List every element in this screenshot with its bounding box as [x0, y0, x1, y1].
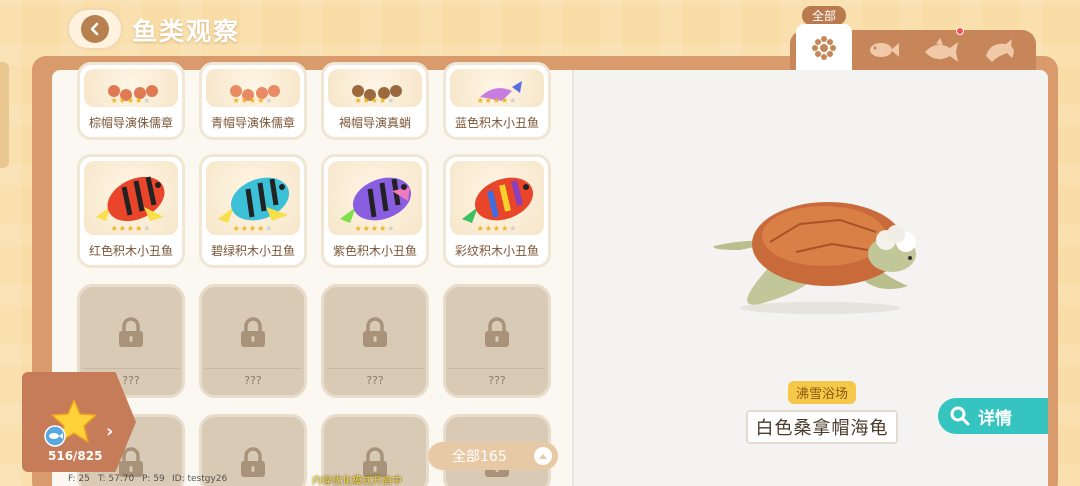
locked-card[interactable]: ??? — [443, 284, 551, 398]
filter-dropdown[interactable]: 全部165 — [428, 442, 558, 470]
tab-badge-all: 全部 — [802, 6, 847, 25]
card-divider — [83, 368, 179, 369]
chevron-right-icon[interactable]: › — [106, 421, 113, 442]
debug-time: T: 57.70 — [98, 474, 135, 484]
flower-grid-icon — [812, 36, 836, 60]
filter-label: 全部165 — [452, 449, 507, 465]
species-name: 白色桑拿帽海龟 — [746, 410, 898, 444]
fish-name: 青帽导演侏儒章 — [210, 116, 295, 130]
details-label: 详情 — [978, 408, 1012, 429]
fish-card[interactable]: ★★★★★ 青帽导演侏儒章 — [199, 62, 307, 140]
fish-name: 棕帽导演侏儒章 — [88, 116, 173, 130]
locked-card[interactable]: ??? — [321, 284, 429, 398]
locked-name: ??? — [366, 374, 384, 387]
rarity-stars: ★★★★★ — [232, 224, 274, 233]
side-edge-handle[interactable] — [0, 62, 9, 168]
lock-icon — [241, 317, 265, 347]
collection-count: 516/825 — [48, 449, 103, 463]
fish-card[interactable]: ★★★★★ 碧绿积木小丑鱼 — [199, 154, 307, 268]
fish-name: 蓝色积木小丑鱼 — [454, 116, 539, 130]
tab-medium-fish[interactable] — [913, 30, 969, 70]
page-title: 鱼类观察 — [132, 17, 241, 46]
dolphin-icon — [986, 39, 1014, 62]
card-divider — [205, 368, 301, 369]
memory-mode-notice: 内存优化模式开启中 — [312, 476, 402, 486]
notification-dot — [956, 27, 964, 35]
rarity-stars: ★★★★★ — [476, 96, 518, 105]
turtle-model[interactable] — [700, 180, 950, 320]
rarity-stars: ★★★★★ — [232, 96, 274, 105]
big-fish-icon — [925, 38, 958, 62]
chevron-up-icon — [534, 447, 552, 465]
rarity-stars: ★★★★★ — [354, 96, 396, 105]
fish-icon — [870, 43, 899, 57]
rarity-stars: ★★★★★ — [354, 224, 396, 233]
fish-card[interactable]: ★★★★★ 褐帽导演真蛸 — [321, 62, 429, 140]
locked-name: ??? — [488, 374, 506, 387]
rarity-stars: ★★★★★ — [476, 224, 518, 233]
lock-icon — [119, 317, 143, 347]
card-divider — [449, 368, 545, 369]
fish-name: 红色积木小丑鱼 — [88, 244, 173, 258]
debug-id: ID: testgy26 — [172, 474, 228, 484]
fish-badge-icon — [44, 425, 66, 447]
search-icon — [950, 406, 970, 426]
location-tag: 沸雪浴场 — [788, 381, 857, 404]
tab-all[interactable] — [796, 24, 852, 72]
lock-icon — [485, 317, 509, 347]
debug-fps: F: 25 — [68, 474, 90, 484]
fish-name: 紫色积木小丑鱼 — [332, 244, 417, 258]
lock-icon — [363, 317, 387, 347]
fish-card[interactable]: ★★★★★ 蓝色积木小丑鱼 — [443, 62, 551, 140]
rarity-stars: ★★★★★ — [110, 224, 152, 233]
fish-name: 褐帽导演真蛸 — [338, 116, 411, 130]
chevron-left-icon — [81, 15, 109, 43]
details-button[interactable]: 详情 — [938, 398, 1048, 434]
card-divider — [327, 368, 423, 369]
fish-name: 碧绿积木小丑鱼 — [210, 244, 295, 258]
debug-ping: P: 59 — [142, 474, 165, 484]
tab-large-fish[interactable] — [972, 30, 1028, 70]
fish-card[interactable]: ★★★★★ 红色积木小丑鱼 — [77, 154, 185, 268]
back-button[interactable] — [67, 8, 123, 50]
fish-card[interactable]: ★★★★★ 棕帽导演侏儒章 — [77, 62, 185, 140]
tab-small-fish[interactable] — [855, 30, 911, 70]
fish-name: 彩纹积木小丑鱼 — [454, 244, 539, 258]
fish-card[interactable]: ★★★★★ 彩纹积木小丑鱼 — [443, 154, 551, 268]
locked-name: ??? — [244, 374, 262, 387]
rarity-stars: ★★★★★ — [110, 96, 152, 105]
lock-icon — [241, 447, 265, 477]
locked-card[interactable]: ??? — [199, 284, 307, 398]
fish-card[interactable]: ★★★★★ 紫色积木小丑鱼 — [321, 154, 429, 268]
